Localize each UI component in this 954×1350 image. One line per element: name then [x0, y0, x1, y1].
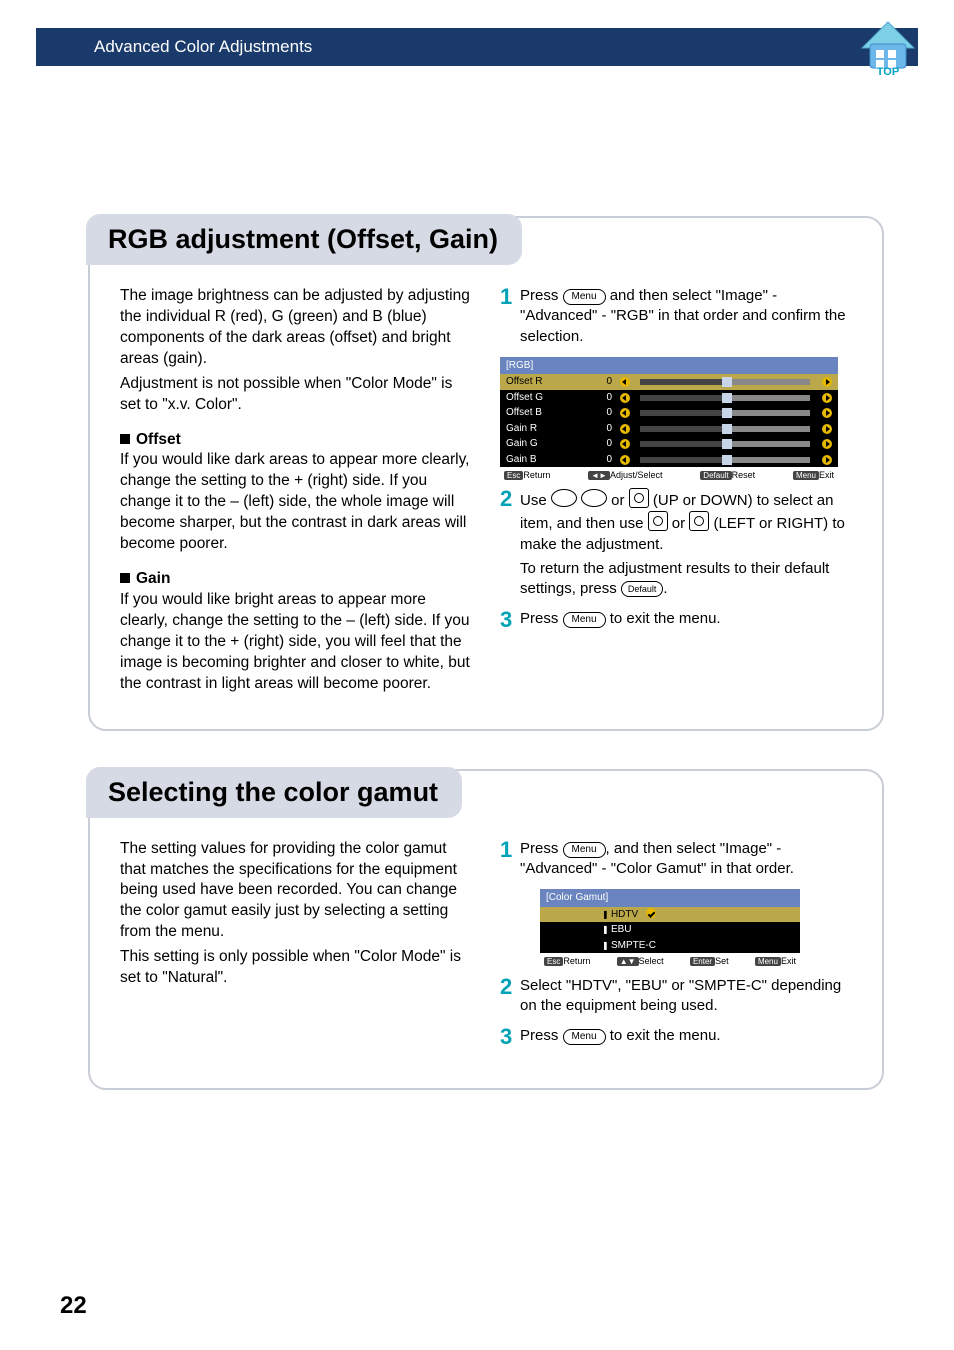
- step3-a: Press: [520, 610, 563, 627]
- step-3: 3 Press Menu to exit the menu.: [500, 1026, 852, 1048]
- header-bar: Advanced Color Adjustments: [36, 28, 918, 66]
- right-col: 1 Press Menu, and then select "Image" - …: [500, 839, 852, 1059]
- up-oval-icon: [551, 489, 577, 507]
- menu-button-icon: Menu: [563, 1029, 606, 1045]
- gamut-menu-screenshot: [Color Gamut] HDTV EBU SMPTE-C EscReturn…: [540, 889, 800, 970]
- note-text: Adjustment is not possible when "Color M…: [120, 374, 472, 416]
- left-arrow-icon: [620, 408, 630, 418]
- gamut-option-hdtv: HDTV: [540, 907, 800, 923]
- right-arrow-icon: [822, 377, 832, 387]
- section-rgb-adjustment: RGB adjustment (Offset, Gain) The image …: [88, 216, 884, 731]
- step-2: 2 Select "HDTV", "EBU" or "SMPTE-C" depe…: [500, 976, 852, 1017]
- rgb-menu-screenshot: [RGB] Offset R0Offset G0Offset B0Gain R0…: [500, 357, 838, 484]
- offset-body: If you would like dark areas to appear m…: [120, 450, 472, 555]
- left-arrow-icon: [620, 424, 630, 434]
- gamut-menu-title: [Color Gamut]: [540, 889, 800, 907]
- note-text: This setting is only possible when "Colo…: [120, 947, 472, 989]
- intro-text: The image brightness can be adjusted by …: [120, 286, 472, 370]
- dpad-horiz-icon: [648, 511, 668, 531]
- step1-a: Press: [520, 287, 563, 304]
- left-arrow-icon: [620, 439, 630, 449]
- step2-d: or: [668, 515, 690, 532]
- right-arrow-icon: [822, 424, 832, 434]
- step-2: 2 Use or (UP or DOWN) to select an item,…: [500, 488, 852, 599]
- dpad-icon-2: [689, 511, 709, 531]
- gamut-menu-footer: EscReturn ▲▼Select EnterSet MenuExit: [540, 953, 800, 970]
- left-col: The setting values for providing the col…: [120, 839, 472, 1059]
- check-icon: [646, 908, 656, 918]
- rgb-row: Offset B0: [500, 405, 838, 421]
- menu-button-icon: Menu: [563, 612, 606, 628]
- rgb-row: Gain B0: [500, 452, 838, 468]
- step-num-3: 3: [500, 609, 514, 631]
- right-arrow-icon: [822, 439, 832, 449]
- step-num-1: 1: [500, 286, 514, 308]
- dpad-icon: [629, 488, 649, 508]
- left-arrow-icon: [620, 393, 630, 403]
- step2-note: To return the adjustment results to thei…: [520, 560, 829, 597]
- intro-text: The setting values for providing the col…: [120, 839, 472, 944]
- rgb-row: Offset R0: [500, 374, 838, 390]
- gain-heading: Gain: [120, 569, 472, 590]
- page-number: 22: [60, 1292, 87, 1320]
- right-arrow-icon: [822, 408, 832, 418]
- rgb-menu-title: [RGB]: [500, 357, 838, 375]
- offset-heading: Offset: [120, 430, 472, 451]
- step-num-2: 2: [500, 488, 514, 510]
- gain-body: If you would like bright areas to appear…: [120, 590, 472, 695]
- rgb-row: Gain G0: [500, 436, 838, 452]
- left-col: The image brightness can be adjusted by …: [120, 286, 472, 699]
- section-color-gamut: Selecting the color gamut The setting va…: [88, 769, 884, 1091]
- section-title: Selecting the color gamut: [86, 767, 462, 818]
- left-arrow-icon: [620, 377, 630, 387]
- menu-button-icon: Menu: [563, 289, 606, 305]
- gamut-option-smpte: SMPTE-C: [540, 938, 800, 954]
- step2-note-end: .: [663, 580, 667, 597]
- rgb-row: Offset G0: [500, 390, 838, 406]
- rgb-menu-footer: EscReturn ◄►Adjust/Select DefaultReset M…: [500, 467, 838, 484]
- section-title: RGB adjustment (Offset, Gain): [86, 214, 522, 265]
- rgb-row: Gain R0: [500, 421, 838, 437]
- menu-button-icon: Menu: [563, 842, 606, 858]
- header-title: Advanced Color Adjustments: [94, 37, 312, 57]
- top-logo-icon: TOP: [858, 20, 918, 76]
- step2-a: Use: [520, 492, 551, 509]
- right-col: 1 Press Menu and then select "Image" - "…: [500, 286, 852, 699]
- step2-b: or: [607, 492, 629, 509]
- step-1: 1 Press Menu and then select "Image" - "…: [500, 286, 852, 347]
- step-1: 1 Press Menu, and then select "Image" - …: [500, 839, 852, 880]
- step3-b: to exit the menu.: [606, 610, 721, 627]
- right-arrow-icon: [822, 455, 832, 465]
- svg-text:TOP: TOP: [877, 66, 899, 76]
- step-3: 3 Press Menu to exit the menu.: [500, 609, 852, 631]
- left-arrow-icon: [620, 455, 630, 465]
- right-arrow-icon: [822, 393, 832, 403]
- default-button-icon: Default: [621, 581, 664, 597]
- step2-text: Select "HDTV", "EBU" or "SMPTE-C" depend…: [520, 976, 852, 1017]
- down-oval-icon: [581, 489, 607, 507]
- gamut-option-ebu: EBU: [540, 922, 800, 938]
